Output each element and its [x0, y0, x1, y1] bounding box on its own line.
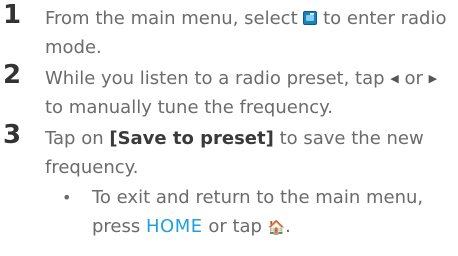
right-arrow-icon: ▶ [428, 72, 438, 85]
home-icon: 🏠 [267, 220, 286, 236]
bullet-text: To exit and return to the main menu, pre… [92, 183, 452, 243]
left-arrow-icon: ◀ [390, 72, 399, 85]
save-to-preset-label: [Save to preset] [109, 128, 274, 149]
bullet-mark: • [62, 188, 72, 207]
step-number: 3 [3, 120, 22, 150]
step-number: 2 [3, 60, 22, 90]
step-number: 1 [3, 0, 22, 30]
radio-mode-icon [303, 11, 318, 25]
step-text: From the main menu, select to enter radi… [45, 4, 450, 62]
step-text: While you listen to a radio preset, tap … [45, 64, 450, 122]
step-text: Tap on [Save to preset] to save the new … [45, 124, 450, 182]
step-2-text-after: to manually tune the frequency. [45, 97, 333, 118]
step-1-text-before: From the main menu, select [45, 8, 304, 29]
step-3-text-before: Tap on [45, 128, 110, 149]
step-2-text-before: While you listen to a radio preset, tap [45, 68, 391, 89]
home-label: HOME [145, 216, 203, 237]
bullet-text-after: . [285, 216, 291, 237]
bullet-text-middle: or tap [202, 216, 268, 237]
step-2-text-middle: or [398, 68, 429, 89]
